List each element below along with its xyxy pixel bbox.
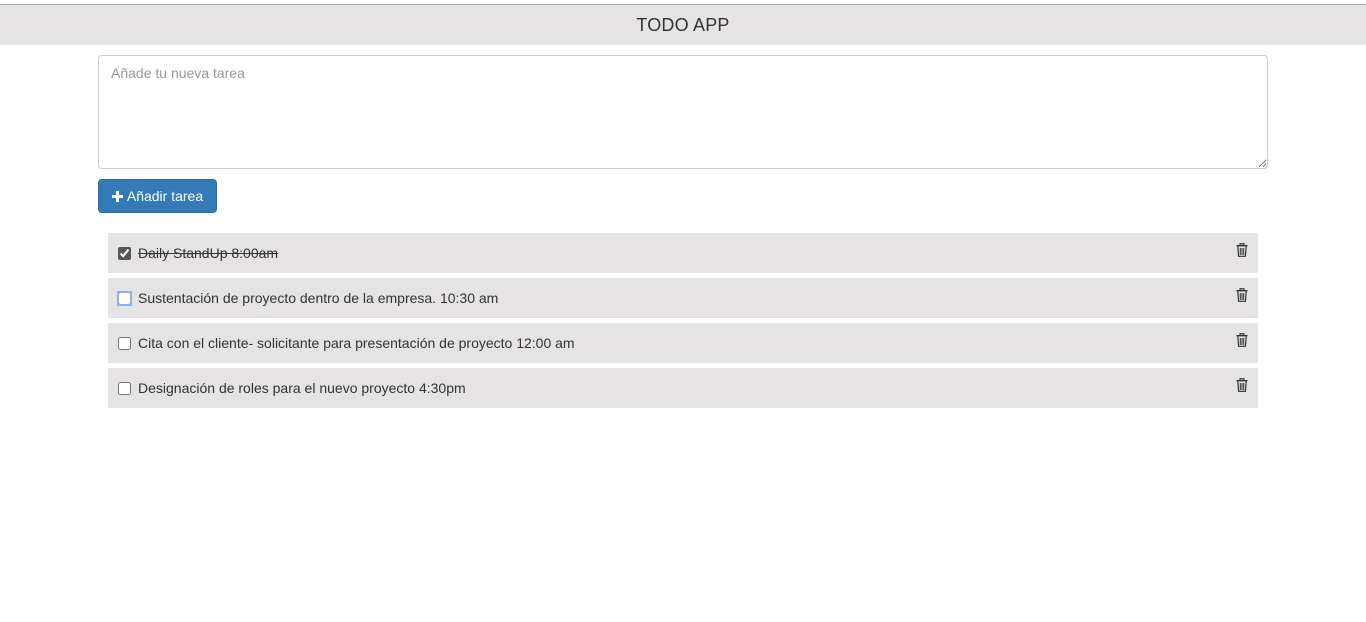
new-task-input[interactable] (98, 55, 1268, 169)
task-text: Designación de roles para el nuevo proye… (138, 380, 466, 396)
trash-icon[interactable] (1236, 333, 1248, 347)
task-checkbox[interactable] (118, 336, 131, 350)
app-title: TODO APP (636, 14, 730, 35)
task-item: Cita con el cliente- solicitante para pr… (108, 323, 1258, 363)
task-text: Sustentación de proyecto dentro de la em… (138, 290, 499, 306)
task-item: Daily StandUp 8:00am (108, 233, 1258, 273)
app-header: TODO APP (0, 5, 1366, 45)
trash-icon[interactable] (1236, 288, 1248, 302)
task-checkbox[interactable] (118, 381, 131, 395)
task-checkbox[interactable] (117, 290, 132, 306)
task-checkbox[interactable] (118, 246, 131, 260)
task-text: Daily StandUp 8:00am (138, 245, 279, 261)
plus-icon (111, 190, 123, 202)
task-list: Daily StandUp 8:00am Sustentación de pro… (108, 233, 1258, 413)
task-item: Designación de roles para el nuevo proye… (108, 368, 1258, 408)
task-item: Sustentación de proyecto dentro de la em… (108, 278, 1258, 318)
add-task-button[interactable]: Añadir tarea (98, 179, 217, 213)
trash-icon[interactable] (1236, 243, 1248, 257)
task-text: Cita con el cliente- solicitante para pr… (138, 335, 575, 351)
trash-icon[interactable] (1236, 378, 1248, 392)
add-task-label: Añadir tarea (126, 188, 204, 204)
